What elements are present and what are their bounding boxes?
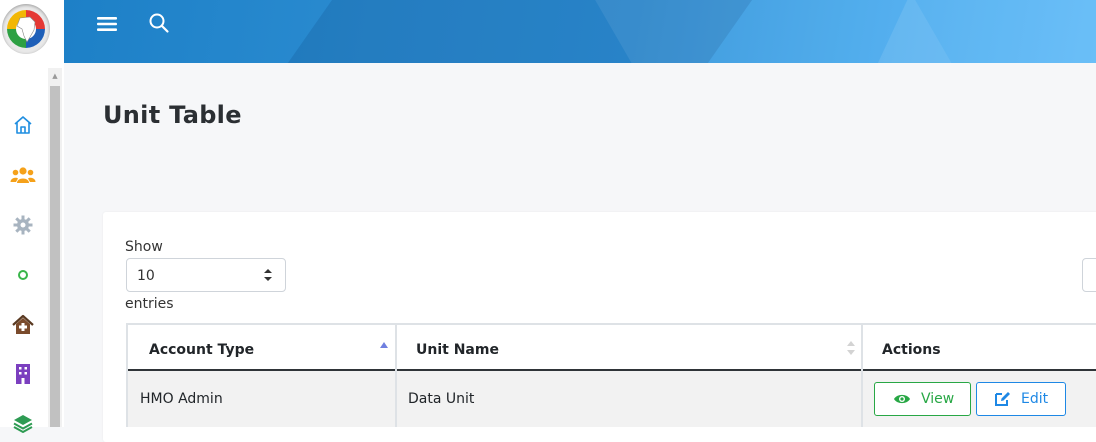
edit-icon bbox=[995, 392, 1010, 406]
view-button-label: View bbox=[921, 391, 955, 407]
menu-toggle-button[interactable] bbox=[96, 14, 118, 34]
scroll-up-arrow-icon[interactable]: ▲ bbox=[48, 68, 62, 84]
layers-icon bbox=[13, 415, 33, 433]
column-header-unit-name[interactable]: Unit Name bbox=[395, 325, 861, 371]
cell-actions: View Edit bbox=[861, 371, 1096, 427]
page-title: Unit Table bbox=[103, 101, 242, 129]
home-icon bbox=[14, 116, 32, 134]
top-header bbox=[64, 0, 1096, 63]
sidebar-item-home[interactable] bbox=[10, 112, 36, 138]
clinic-icon bbox=[12, 314, 34, 334]
view-button[interactable]: View bbox=[874, 382, 971, 416]
sidebar-item-status[interactable] bbox=[10, 262, 36, 288]
table-header: Account Type Unit Name Actions bbox=[126, 323, 1096, 371]
search-icon bbox=[149, 13, 169, 33]
eye-icon bbox=[894, 394, 910, 404]
column-header-label: Unit Name bbox=[416, 342, 499, 358]
africa-globe-logo-icon bbox=[7, 10, 45, 48]
gear-icon bbox=[13, 215, 33, 235]
entries-label: entries bbox=[125, 296, 174, 312]
sidebar-item-clinic[interactable] bbox=[10, 312, 36, 338]
sort-ascending-icon bbox=[380, 342, 388, 348]
scrollbar-thumb[interactable] bbox=[50, 86, 60, 427]
column-header-label: Actions bbox=[882, 342, 941, 358]
sort-both-icon bbox=[847, 341, 855, 355]
table-row: HMO Admin Data Unit View Edit bbox=[126, 371, 1096, 427]
sidebar-item-users[interactable] bbox=[10, 162, 36, 188]
page-length-value: 10 bbox=[137, 268, 155, 284]
page-length-select[interactable]: 10 bbox=[126, 258, 286, 292]
building-icon bbox=[16, 364, 30, 384]
sidebar-item-building[interactable] bbox=[10, 361, 36, 387]
show-label: Show bbox=[125, 239, 163, 255]
sidebar: ▲ bbox=[0, 0, 64, 433]
users-icon bbox=[10, 167, 36, 183]
sidebar-item-settings[interactable] bbox=[10, 212, 36, 238]
table-search-input[interactable] bbox=[1082, 258, 1096, 292]
cell-account-type: HMO Admin bbox=[126, 371, 395, 427]
column-header-label: Account Type bbox=[149, 342, 255, 358]
edit-button-label: Edit bbox=[1021, 391, 1049, 407]
column-header-account-type[interactable]: Account Type bbox=[126, 325, 395, 371]
select-caret-icon bbox=[264, 269, 272, 281]
sidebar-scrollbar[interactable]: ▲ bbox=[48, 68, 62, 427]
circle-icon bbox=[18, 270, 28, 280]
edit-button[interactable]: Edit bbox=[976, 382, 1066, 416]
app-logo[interactable] bbox=[2, 4, 50, 54]
hamburger-icon bbox=[97, 17, 117, 31]
header-search-button[interactable] bbox=[148, 12, 170, 34]
cell-unit-name: Data Unit bbox=[395, 371, 861, 427]
column-header-actions: Actions bbox=[861, 325, 1096, 371]
sidebar-item-layers[interactable] bbox=[10, 410, 36, 436]
